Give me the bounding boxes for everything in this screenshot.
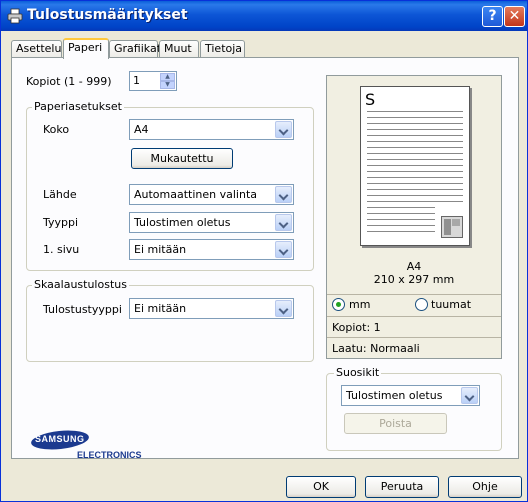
page-preview: S [360,86,470,246]
size-value: A4 [134,123,149,136]
quality-summary-row: Laatu: Normaali [327,337,501,357]
chevron-down-icon[interactable] [275,214,292,231]
paper-dimensions: 210 x 297 mm [373,273,455,286]
type-select[interactable]: Tulostimen oletus [129,212,294,233]
close-button[interactable]: ✕ [504,6,525,27]
scaling-title: Skaalaustulostus [32,278,129,291]
source-value: Automaattinen valinta [134,188,258,201]
print-type-select[interactable]: Ei mitään [129,298,294,319]
spin-down-icon[interactable]: ▼ [160,81,175,89]
size-select[interactable]: A4 [129,119,294,140]
tab-asettelu[interactable]: Asettelu [11,40,62,58]
delete-favorite-button[interactable]: Poista [344,413,447,434]
chevron-down-icon[interactable] [275,241,292,258]
copies-stepper[interactable]: 1 ▲ ▼ [129,71,177,91]
logo-brand: SAMSUNG [35,434,85,444]
tab-paperi[interactable]: Paperi [63,38,109,59]
paper-settings-title: Paperiasetukset [32,100,124,113]
first-page-value: Ei mitään [134,243,187,256]
help-button[interactable]: Ohje [448,476,522,498]
favorites-title: Suosikit [334,366,382,379]
ok-button[interactable]: OK [286,476,356,498]
unit-row: mm tuumat [327,294,501,314]
favorites-select[interactable]: Tulostimen oletus [341,385,480,406]
window-title: Tulostusmääritykset [27,7,188,23]
scaling-group [26,285,314,362]
radio-inch[interactable] [415,298,428,311]
chevron-down-icon[interactable] [275,121,292,138]
quality-summary: Laatu: Normaali [332,342,420,355]
type-value: Tulostimen oletus [134,216,231,229]
custom-size-button[interactable]: Mukautettu [131,148,233,169]
unit-inch-label: tuumat [431,298,472,311]
page-letter: S [365,90,376,109]
printer-icon [7,8,23,24]
first-page-label: 1. sivu [43,243,80,256]
title-bar[interactable]: Tulostusmääritykset ? ✕ [1,1,527,31]
page-preview-area: S A4 210 x 297 mm [327,76,501,288]
tab-tietoja[interactable]: Tietoja [200,40,245,58]
tab-muut[interactable]: Muut [159,40,199,58]
type-label: Tyyppi [43,216,79,229]
logo-sub: ELECTRONICS [77,450,142,460]
chevron-down-icon[interactable] [275,300,292,317]
source-select[interactable]: Automaattinen valinta [129,184,294,205]
unit-mm-label: mm [349,298,371,311]
favorites-value: Tulostimen oletus [346,389,443,402]
radio-mm[interactable] [332,298,345,311]
print-type-label: Tulostustyyppi [43,303,122,316]
cancel-button[interactable]: Peruuta [365,476,439,498]
size-label: Koko [43,123,70,136]
print-type-value: Ei mitään [134,302,187,315]
spin-up-icon[interactable]: ▲ [160,73,175,81]
copies-summary: Kopiot: 1 [332,321,381,334]
print-preferences-window: Tulostusmääritykset ? ✕ Asettelu Paperi … [0,0,528,502]
copies-value: 1 [133,74,140,87]
help-title-button[interactable]: ? [482,6,503,27]
first-page-select[interactable]: Ei mitään [129,239,294,260]
copies-summary-row: Kopiot: 1 [327,316,501,336]
samsung-logo: SAMSUNG ELECTRONICS [29,428,142,463]
image-placeholder-icon [441,216,463,238]
tab-grafiikat[interactable]: Grafiikat [109,40,161,58]
source-label: Lähde [43,188,77,201]
chevron-down-icon[interactable] [275,186,292,203]
copies-label: Kopiot (1 - 999) [26,75,112,88]
chevron-down-icon[interactable] [461,387,478,404]
paper-name: A4 [406,260,422,273]
preview-pane: S A4 210 x 297 mm mm tuumat Kopiot: 1 La… [326,75,502,359]
